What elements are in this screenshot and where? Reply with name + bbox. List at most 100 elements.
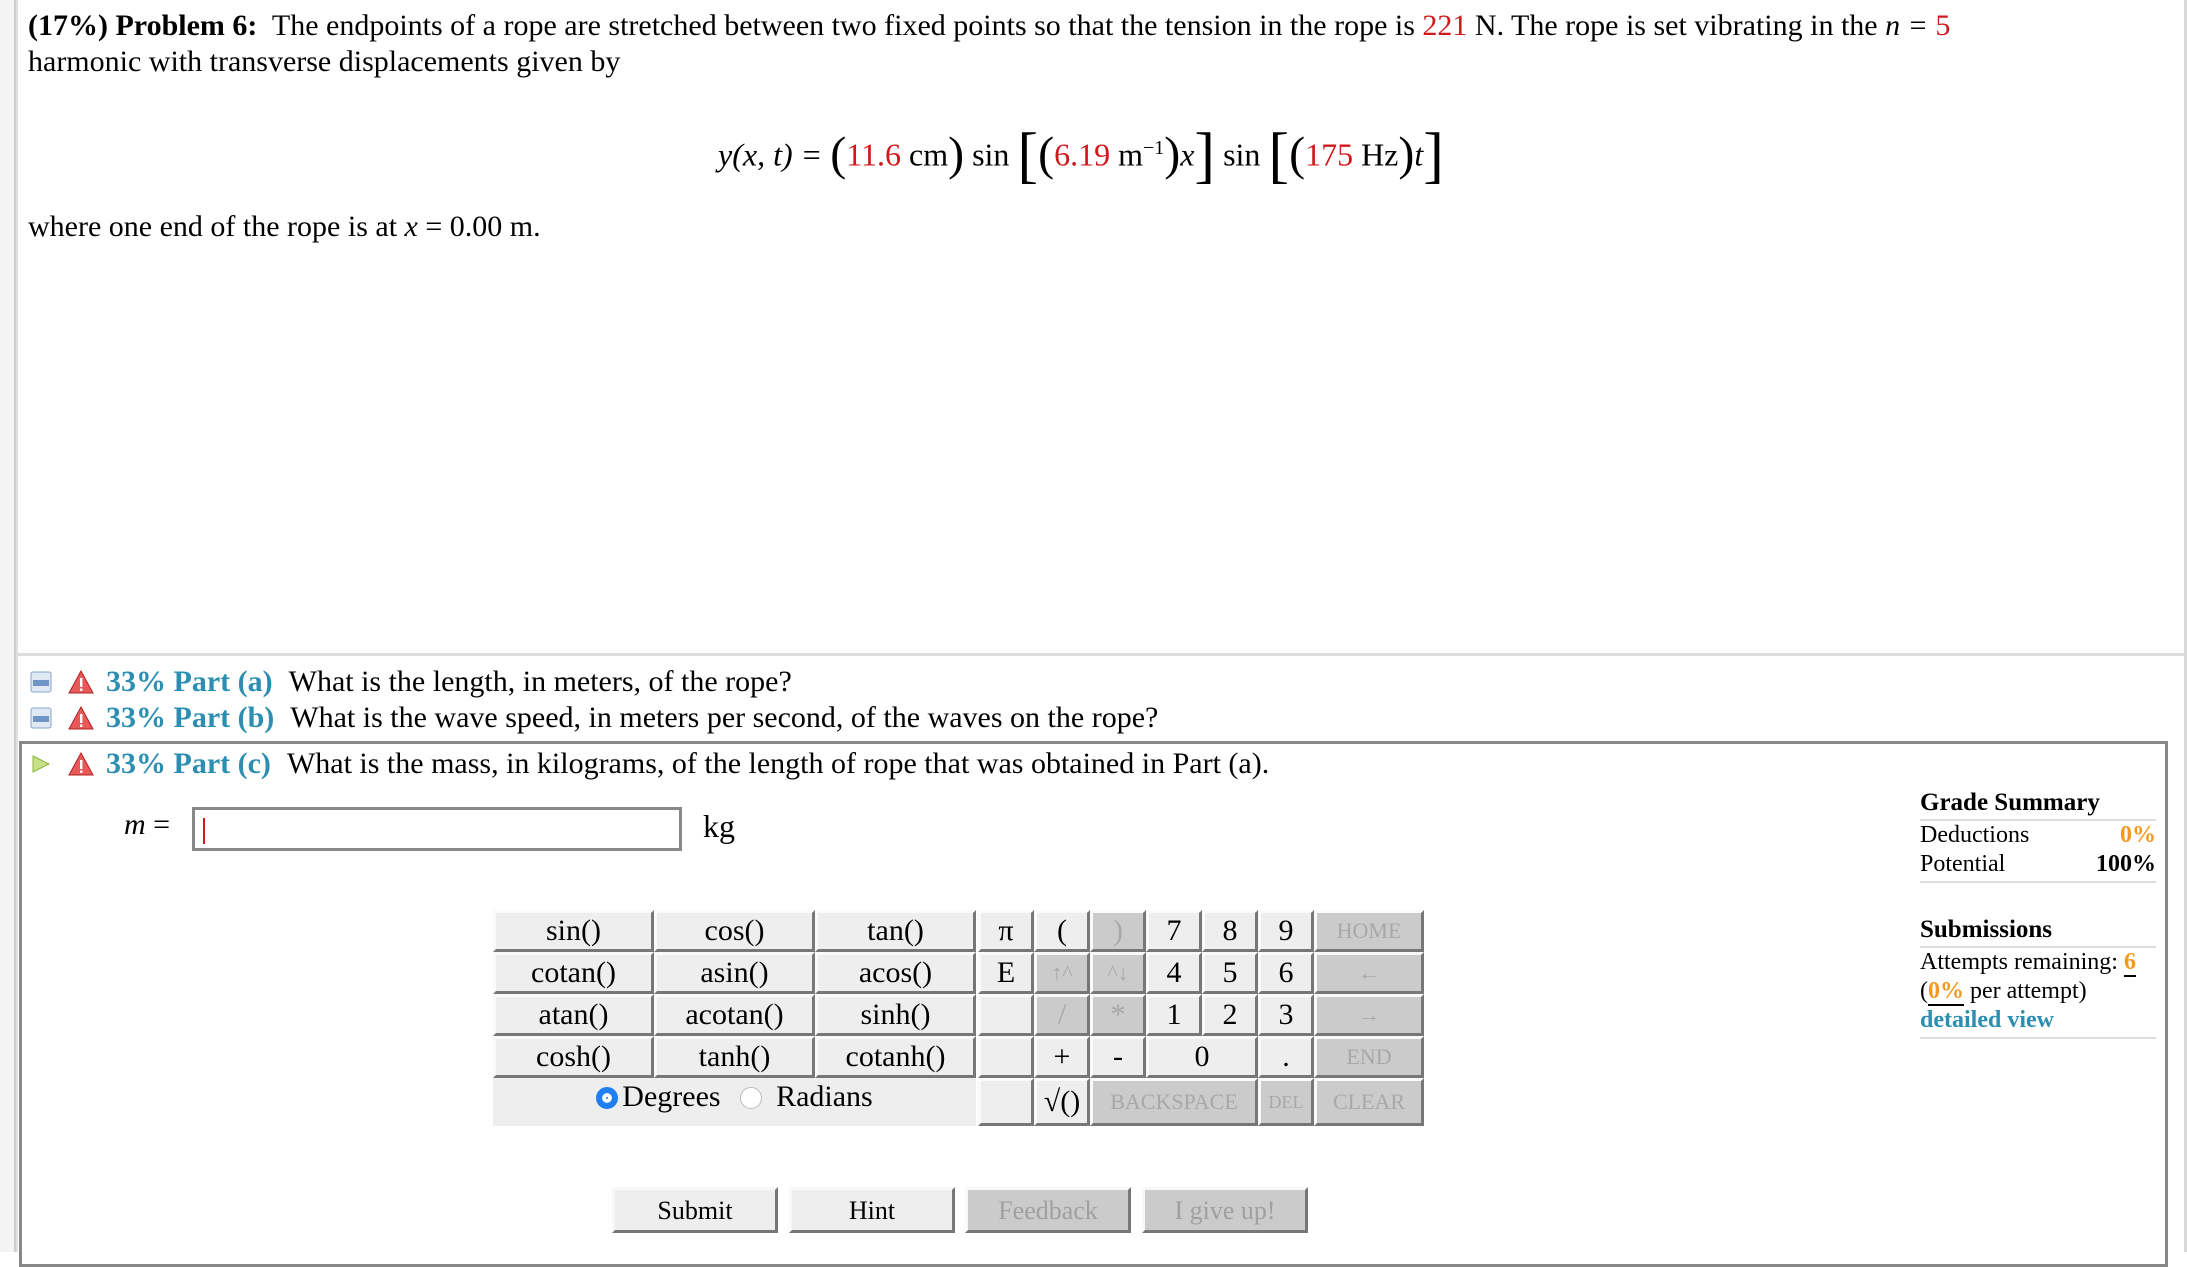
eq-var-x: x	[1180, 136, 1195, 173]
expand-part-icon[interactable]	[30, 671, 52, 693]
key-acos[interactable]: acos()	[815, 952, 976, 994]
key-multiply[interactable]: *	[1090, 994, 1146, 1036]
key-sinh[interactable]: sinh()	[815, 994, 976, 1036]
where-eq: = 0.00 m.	[425, 210, 541, 243]
part-c-question: What is the mass, in kilograms, of the l…	[286, 747, 1270, 780]
problem-weight: (17%)	[28, 9, 108, 42]
submit-button[interactable]: Submit	[612, 1187, 778, 1233]
section-divider	[18, 653, 2184, 656]
radians-label[interactable]: Radians	[776, 1080, 873, 1113]
angle-mode-group: Degrees Radians	[493, 1078, 976, 1126]
function-keypad: sin() cos() tan() cotan() asin() acos() …	[493, 910, 976, 1126]
key-divide[interactable]: /	[1034, 994, 1090, 1036]
part-b-label[interactable]: 33% Part (b)	[106, 701, 274, 735]
warning-icon	[68, 706, 94, 730]
warning-icon	[68, 670, 94, 694]
potential-label: Potential	[1920, 851, 2006, 877]
part-a-label[interactable]: 33% Part (a)	[106, 665, 273, 699]
key-tanh[interactable]: tanh()	[654, 1036, 815, 1078]
where-var: x	[404, 210, 418, 243]
degrees-label[interactable]: Degrees	[622, 1080, 720, 1113]
key-close-paren[interactable]: )	[1090, 910, 1146, 952]
problem-text-2: N. The rope is set vibrating in the	[1474, 9, 1878, 42]
key-blank	[978, 1036, 1034, 1078]
key-plus[interactable]: +	[1034, 1036, 1090, 1078]
answer-unit: kg	[703, 808, 735, 844]
deductions-row: Deductions 0%	[1920, 821, 2156, 850]
detailed-view-link[interactable]: detailed view	[1920, 1006, 2156, 1035]
key-7[interactable]: 7	[1146, 910, 1202, 952]
eq-amplitude: 11.6	[846, 136, 901, 173]
displacement-equation: y(x, t) = (11.6 cm) sin [(6.19 m−1)x] si…	[718, 121, 1444, 190]
n-label: n =	[1885, 9, 1928, 42]
expand-part-icon[interactable]	[30, 707, 52, 729]
key-open-paren[interactable]: (	[1034, 910, 1090, 952]
key-pi[interactable]: π	[978, 910, 1034, 952]
tension-value: 221	[1422, 9, 1468, 42]
grade-summary-title: Grade Summary	[1920, 788, 2156, 821]
eq-frequency-unit: Hz	[1361, 136, 1399, 173]
grade-summary-block: Deductions 0% Potential 100%	[1920, 821, 2156, 883]
key-9[interactable]: 9	[1258, 910, 1314, 952]
key-6[interactable]: 6	[1258, 952, 1314, 994]
left-border	[0, 0, 16, 1252]
key-end[interactable]: END	[1314, 1036, 1424, 1078]
give-up-button[interactable]: I give up!	[1142, 1187, 1308, 1233]
deductions-value: 0%	[2120, 822, 2156, 848]
key-3[interactable]: 3	[1258, 994, 1314, 1036]
key-asin[interactable]: asin()	[654, 952, 815, 994]
key-cosh[interactable]: cosh()	[493, 1036, 654, 1078]
key-tan[interactable]: tan()	[815, 910, 976, 952]
active-part-arrow-icon	[32, 755, 51, 773]
key-home[interactable]: HOME	[1314, 910, 1424, 952]
key-atan[interactable]: atan()	[493, 994, 654, 1036]
key-sqrt[interactable]: √()	[1034, 1078, 1090, 1126]
submissions-title: Submissions	[1920, 915, 2156, 948]
attempts-row: Attempts remaining: 6	[1920, 948, 2156, 977]
key-2[interactable]: 2	[1202, 994, 1258, 1036]
key-del[interactable]: DEL	[1258, 1078, 1314, 1126]
n-value: 5	[1935, 9, 1951, 42]
key-cotanh[interactable]: cotanh()	[815, 1036, 976, 1078]
key-4[interactable]: 4	[1146, 952, 1202, 994]
problem-text-3: harmonic with transverse displacements g…	[28, 45, 621, 78]
key-superscript-up[interactable]: ↑^	[1034, 952, 1090, 994]
problem-title: Problem 6:	[115, 9, 258, 42]
eq-frequency: 175	[1305, 136, 1354, 173]
radians-radio[interactable]	[740, 1087, 763, 1109]
key-8[interactable]: 8	[1202, 910, 1258, 952]
degrees-radio[interactable]	[596, 1087, 619, 1109]
key-superscript-down[interactable]: ^↓	[1090, 952, 1146, 994]
key-cursor-right[interactable]: →	[1314, 994, 1424, 1036]
attempts-value: 6	[2123, 949, 2136, 977]
key-minus[interactable]: -	[1090, 1036, 1146, 1078]
hint-button[interactable]: Hint	[789, 1187, 955, 1233]
key-5[interactable]: 5	[1202, 952, 1258, 994]
key-e[interactable]: E	[978, 952, 1034, 994]
key-clear[interactable]: CLEAR	[1314, 1078, 1424, 1126]
key-backspace[interactable]: BACKSPACE	[1090, 1078, 1258, 1126]
eq-sin-2: sin	[1223, 136, 1261, 173]
part-b-row[interactable]: 33% Part (b) What is the wave speed, in …	[30, 701, 1158, 735]
part-a-row[interactable]: 33% Part (a) What is the length, in mete…	[30, 665, 792, 699]
numeric-keypad: π ( ) 7 8 9 HOME E ↑^ ^↓ 4 5 6 ← / * 1 2…	[978, 910, 1424, 1126]
eq-wavenumber: 6.19	[1054, 136, 1111, 173]
part-c-row[interactable]: 33% Part (c) What is the mass, in kilogr…	[30, 747, 1269, 781]
problem-statement: (17%) Problem 6: The endpoints of a rope…	[28, 8, 2148, 80]
per-attempt-value: 0%	[1928, 978, 1964, 1006]
key-sin[interactable]: sin()	[493, 910, 654, 952]
key-cos[interactable]: cos()	[654, 910, 815, 952]
key-1[interactable]: 1	[1146, 994, 1202, 1036]
feedback-button[interactable]: Feedback	[965, 1187, 1131, 1233]
key-cursor-left[interactable]: ←	[1314, 952, 1424, 994]
key-0[interactable]: 0	[1146, 1036, 1258, 1078]
eq-var-t: t	[1414, 136, 1424, 173]
eq-amplitude-unit: cm	[909, 136, 949, 173]
potential-row: Potential 100%	[1920, 850, 2156, 879]
key-decimal[interactable]: .	[1258, 1036, 1314, 1078]
answer-variable-label: m =	[124, 808, 171, 841]
key-acotan[interactable]: acotan()	[654, 994, 815, 1036]
part-b-question: What is the wave speed, in meters per se…	[290, 701, 1159, 734]
key-cotan[interactable]: cotan()	[493, 952, 654, 994]
answer-input[interactable]	[192, 807, 682, 851]
